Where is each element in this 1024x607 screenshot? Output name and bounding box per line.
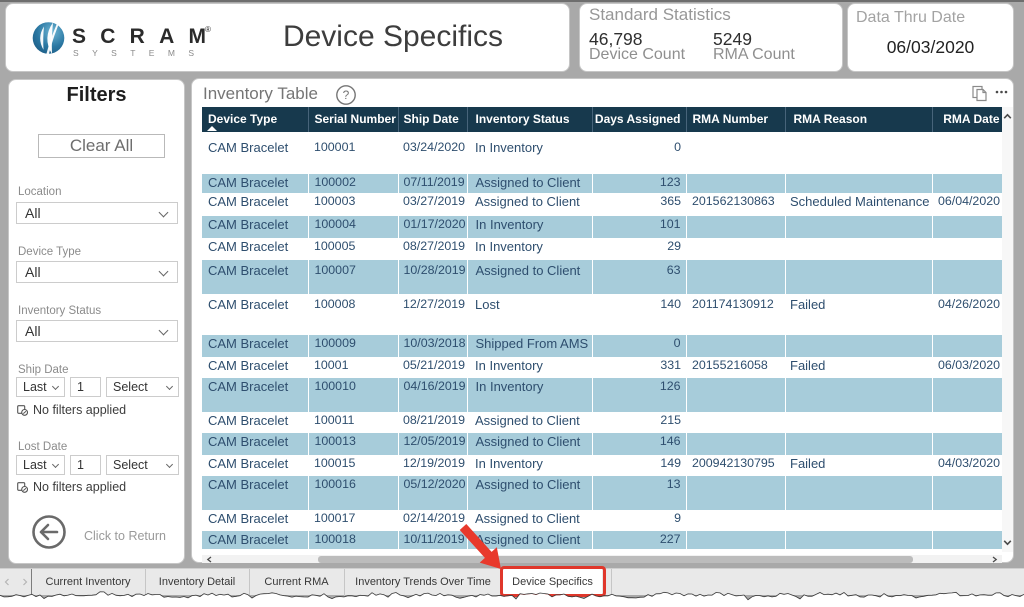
svg-text:®: ® [205, 25, 211, 34]
svg-text:?: ? [343, 88, 350, 102]
svg-text:SYSTEMS: SYSTEMS [73, 48, 206, 58]
svg-text:SCRAM: SCRAM [72, 25, 212, 48]
